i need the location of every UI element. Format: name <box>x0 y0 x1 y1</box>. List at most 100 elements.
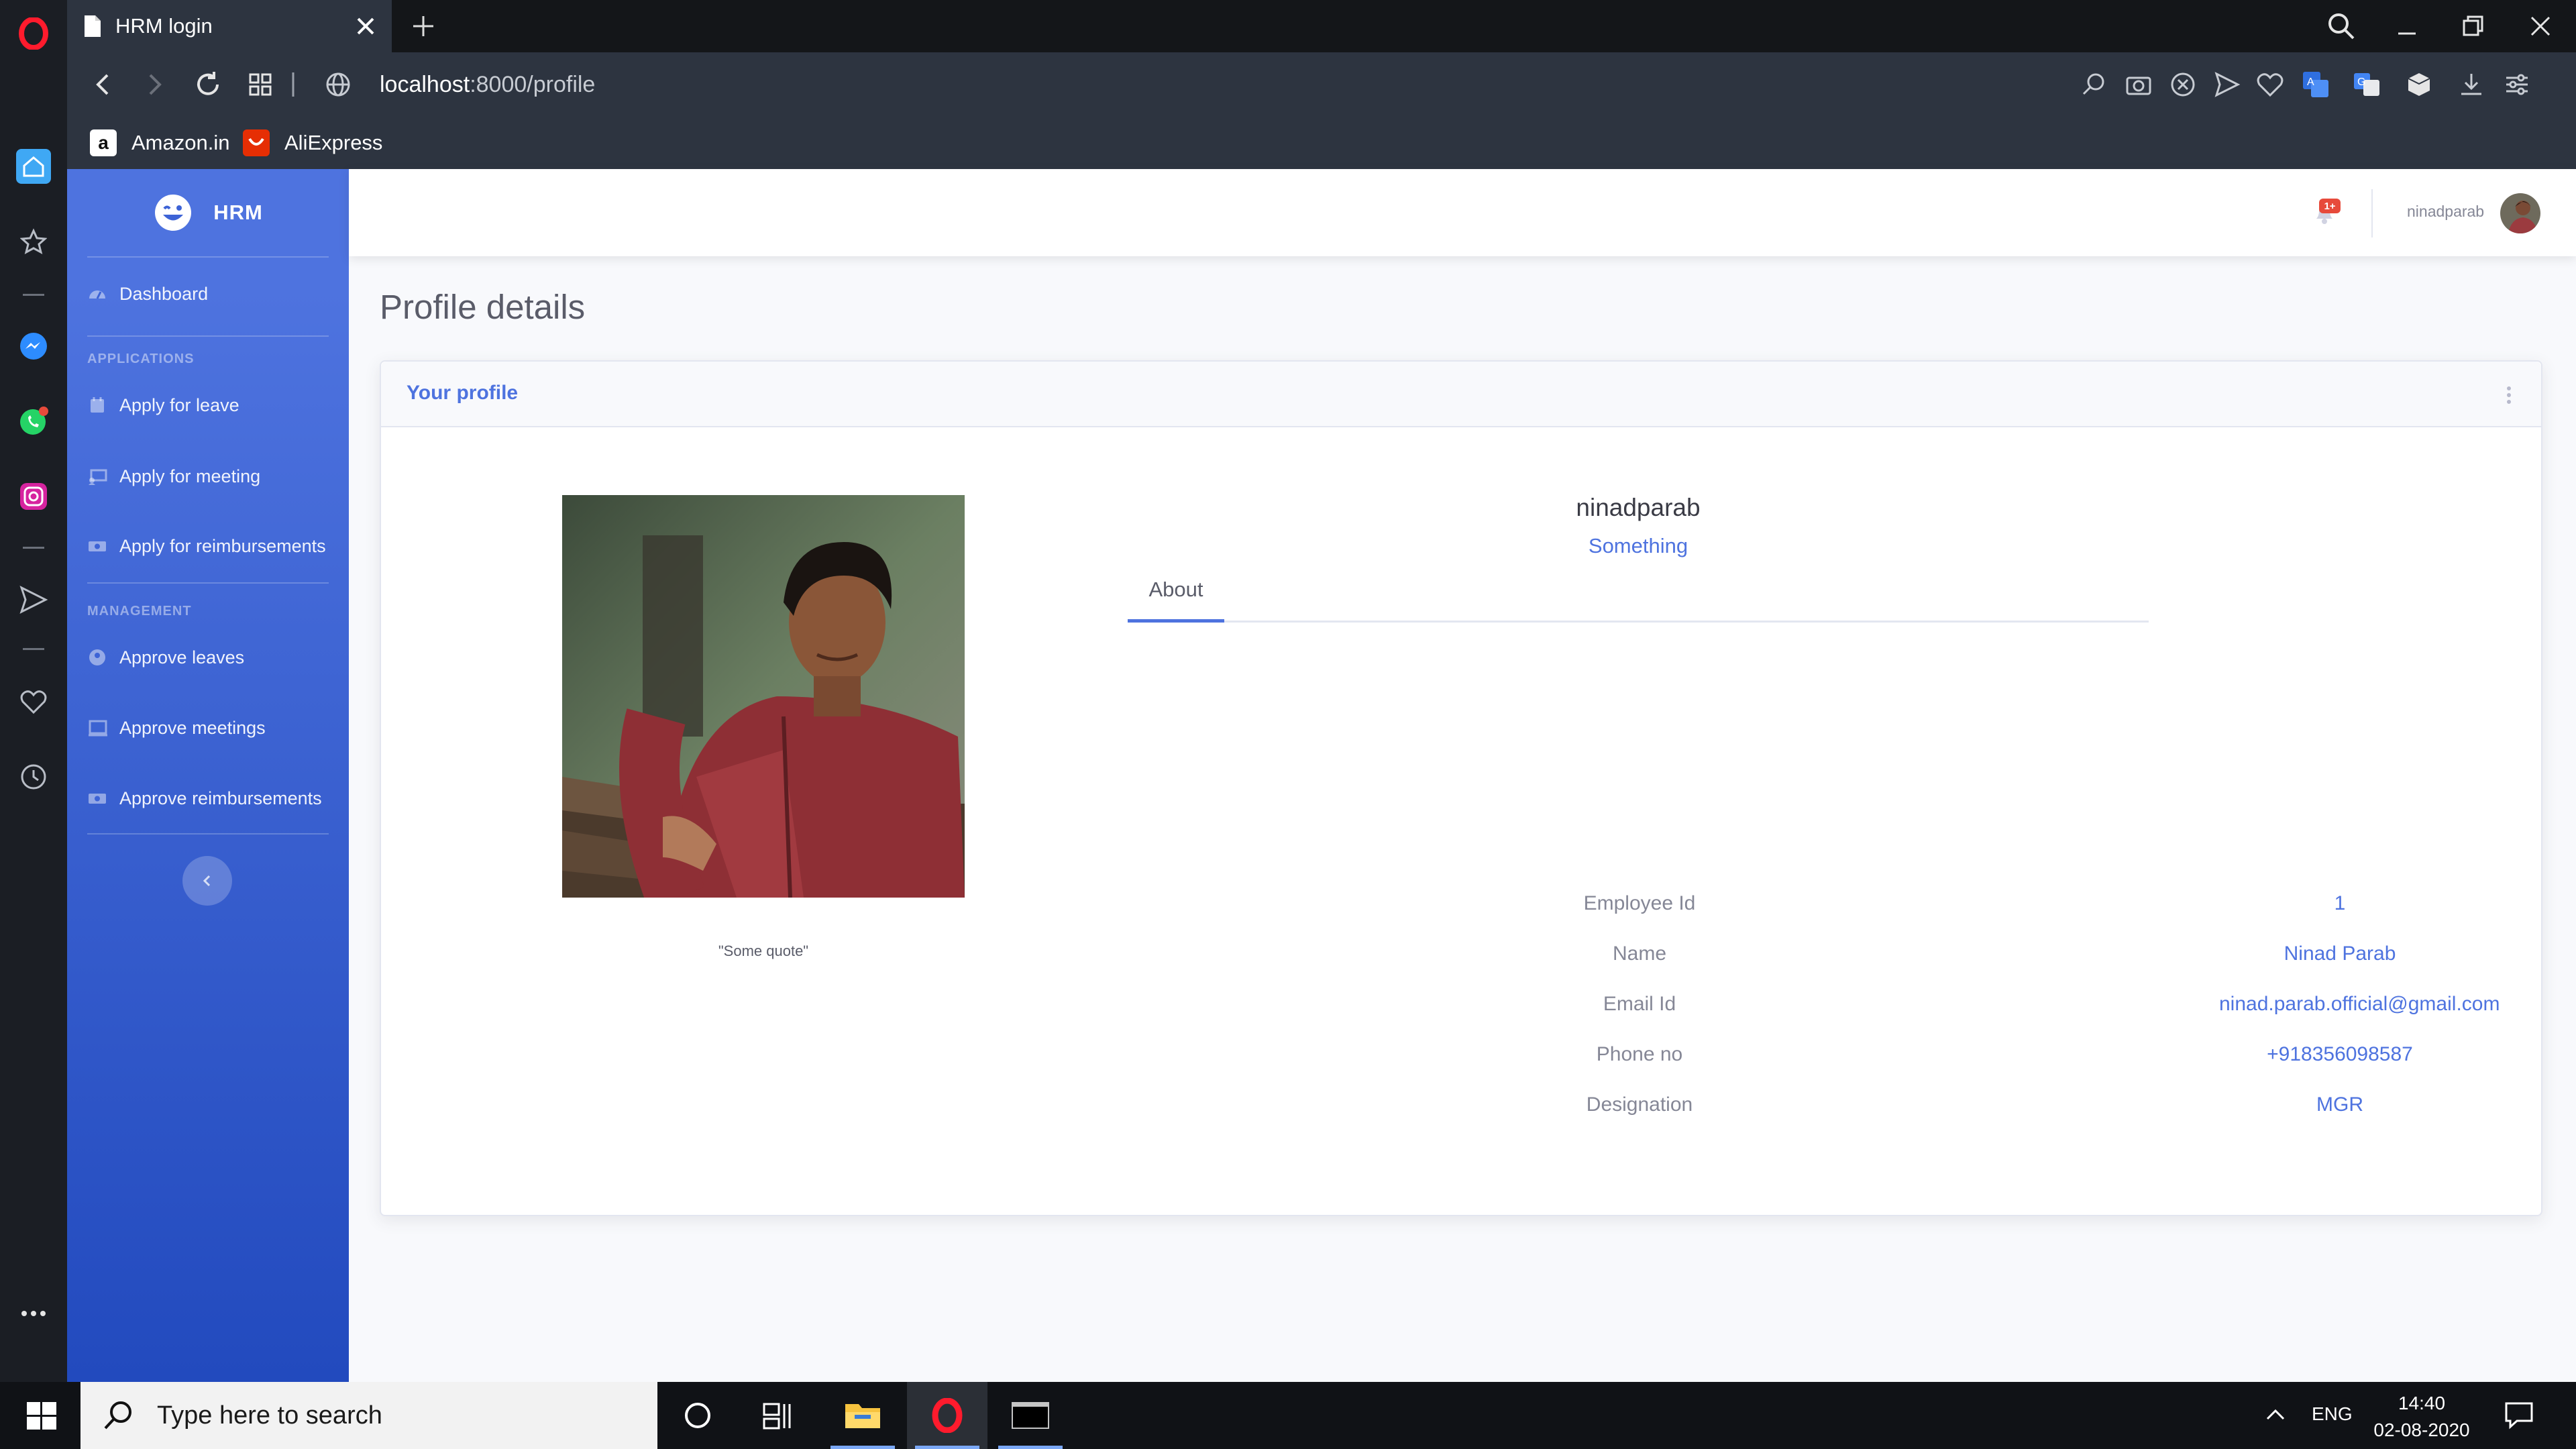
sidebar-item-label: Apply for meeting <box>119 466 261 486</box>
address-bar: localhost:8000/profile A G <box>67 52 2576 117</box>
terminal-icon[interactable] <box>990 1382 1071 1449</box>
sidebar-item-apply-leave[interactable]: Apply for leave <box>87 385 329 425</box>
ellipsis-vertical-icon[interactable] <box>2504 384 2514 406</box>
search-page-icon[interactable] <box>2080 70 2109 99</box>
whatsapp-icon[interactable] <box>16 404 51 439</box>
new-tab-icon[interactable] <box>408 11 439 42</box>
sidebar-item-approve-reimbursements[interactable]: Approve reimbursements <box>87 778 329 818</box>
heart-icon[interactable] <box>16 684 51 719</box>
info-row-designation: Designation MGR <box>1519 1093 2576 1134</box>
avatar[interactable] <box>2500 193 2540 233</box>
card-header: Your profile <box>381 362 2541 427</box>
back-icon[interactable] <box>87 68 119 101</box>
sidebar-item-approve-meetings[interactable]: Approve meetings <box>87 708 329 748</box>
bookmark-heart-icon[interactable] <box>2255 70 2285 99</box>
url-field[interactable]: localhost:8000/profile <box>380 67 595 102</box>
url-host: localhost <box>380 72 470 97</box>
bookmark-label: Amazon.in <box>131 131 230 154</box>
user-dropdown[interactable]: ninadparab <box>2407 203 2484 221</box>
easy-setup-icon[interactable] <box>2502 70 2532 99</box>
send-icon[interactable] <box>16 582 51 617</box>
profile-photo <box>562 495 965 898</box>
money-bill-icon <box>87 788 107 808</box>
windows-start-icon[interactable] <box>25 1399 58 1432</box>
sidebar-item-label: Dashboard <box>119 283 209 304</box>
sidebar-item-label: Approve meetings <box>119 717 266 738</box>
minimize-icon[interactable] <box>2390 9 2424 43</box>
download-icon[interactable] <box>2457 70 2486 99</box>
more-icon[interactable] <box>16 1296 51 1331</box>
info-value: 1 <box>2334 892 2346 914</box>
chalkboard-icon <box>87 718 107 738</box>
sidebar-heading-management: MANAGEMENT <box>87 604 192 619</box>
tab-title: HRM login <box>115 14 213 38</box>
app-running-indicator <box>998 1446 1063 1449</box>
sidebar-item-apply-reimbursements[interactable]: Apply for reimbursements <box>87 526 329 566</box>
info-label: Name <box>1612 943 1667 965</box>
forward-icon[interactable] <box>138 68 170 101</box>
svg-text:G: G <box>2357 76 2365 88</box>
messenger-icon[interactable] <box>16 329 51 364</box>
home-icon[interactable] <box>16 149 51 184</box>
tabs-grid-icon[interactable] <box>244 68 276 101</box>
sidebar-item-apply-meeting[interactable]: Apply for meeting <box>87 456 329 496</box>
taskbar-search-box[interactable]: Type here to search <box>80 1382 657 1449</box>
info-value: +918356098587 <box>2267 1043 2413 1065</box>
svg-text:A: A <box>2307 76 2314 88</box>
opera-logo-icon[interactable] <box>16 16 51 51</box>
chevron-up-icon[interactable] <box>2259 1398 2292 1432</box>
translate-icon[interactable]: A <box>2301 70 2330 99</box>
sidebar-divider <box>87 256 329 258</box>
clock-date: 02-08-2020 <box>2373 1419 2470 1440</box>
opera-taskbar-icon[interactable] <box>907 1382 987 1449</box>
tachometer-icon <box>87 284 107 304</box>
info-row-phone: Phone no +918356098587 <box>1519 1043 2576 1083</box>
task-view-icon[interactable] <box>738 1382 818 1449</box>
tab-about[interactable]: About <box>1128 578 1224 623</box>
profile-quote: "Some quote" <box>718 943 809 959</box>
instagram-icon[interactable] <box>16 479 51 514</box>
language-indicator[interactable]: ENG <box>2312 1403 2353 1425</box>
action-center-icon[interactable] <box>2502 1398 2536 1432</box>
close-window-icon[interactable] <box>2524 9 2557 43</box>
windows-taskbar: Type here to search ENG 14:40 02-08-2020 <box>0 1382 2576 1449</box>
file-explorer-icon[interactable] <box>822 1382 903 1449</box>
tabs-underline <box>1128 621 2149 623</box>
sidebar-brand[interactable]: HRM <box>67 169 349 256</box>
sidebar-item-approve-leaves[interactable]: Approve leaves <box>87 637 329 678</box>
adblock-icon[interactable] <box>2168 70 2198 99</box>
app-topbar: 1+ ninadparab <box>349 169 2576 256</box>
bookmark-aliexpress[interactable]: AliExpress <box>243 126 382 160</box>
flow-send-icon[interactable] <box>2212 70 2242 99</box>
box-icon[interactable] <box>2404 70 2434 99</box>
notification-badge: 1+ <box>2319 199 2341 213</box>
star-icon[interactable] <box>16 224 51 259</box>
cortana-icon[interactable] <box>657 1382 738 1449</box>
profile-card: Your profile "Some quote" ninadparab Som… <box>380 360 2542 1216</box>
app-sidebar: HRM Dashboard APPLICATIONS Apply for lea… <box>67 169 349 1382</box>
sidebar-divider <box>87 833 329 835</box>
reload-icon[interactable] <box>192 68 224 101</box>
search-icon[interactable] <box>2324 9 2358 43</box>
sidebar-item-dashboard[interactable]: Dashboard <box>87 274 329 314</box>
close-tab-icon[interactable] <box>352 12 380 40</box>
brand-name: HRM <box>213 201 263 224</box>
camera-icon[interactable] <box>2124 70 2153 99</box>
sidebar-item-label: Approve reimbursements <box>119 788 322 808</box>
history-icon[interactable] <box>16 759 51 794</box>
sidebar-item-label: Approve leaves <box>119 647 245 667</box>
google-translate-icon[interactable]: G <box>2352 70 2381 99</box>
info-row-email: Email Id ninad.parab.official@gmail.com <box>1519 993 2576 1033</box>
restore-icon[interactable] <box>2456 9 2489 43</box>
aliexpress-icon <box>243 129 270 156</box>
tab-strip: HRM login <box>67 0 2576 52</box>
sidebar-heading-applications: APPLICATIONS <box>87 352 195 366</box>
document-icon <box>83 14 103 38</box>
system-clock[interactable]: 14:40 02-08-2020 <box>2361 1390 2482 1444</box>
sidebar-toggle-button[interactable] <box>182 856 232 906</box>
bookmark-amazon[interactable]: a Amazon.in <box>90 126 229 160</box>
info-label: Phone no <box>1596 1043 1683 1065</box>
clock-time: 14:40 <box>2398 1393 2446 1413</box>
amazon-icon: a <box>90 129 117 156</box>
browser-tab[interactable]: HRM login <box>67 0 392 52</box>
